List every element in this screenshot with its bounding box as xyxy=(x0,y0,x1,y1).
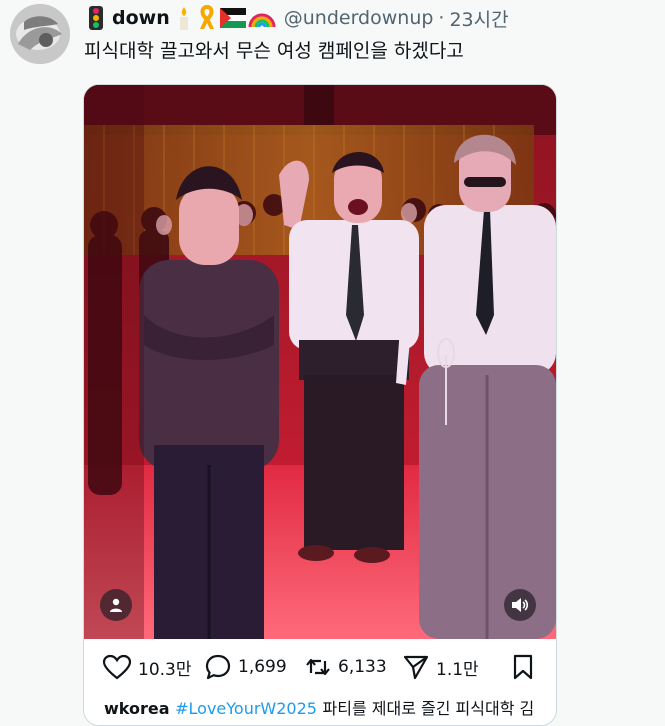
caption-text: 파티를 제대로 즐긴 피식대학 김 xyxy=(322,699,535,718)
display-name[interactable]: down xyxy=(112,7,170,29)
reply-button[interactable]: 1,699 xyxy=(204,647,287,687)
embedded-post-card[interactable]: 10.3만 1,699 6,133 1.1만 wkorea #LoveYourW… xyxy=(83,84,557,726)
post-time[interactable]: 23시간 xyxy=(449,5,508,32)
person-tag-button[interactable] xyxy=(100,589,132,621)
bookmark-icon xyxy=(513,654,533,680)
tweet-header: down @underdownup · 23시간 xyxy=(88,4,509,32)
separator-dot: · xyxy=(438,7,445,29)
person-icon xyxy=(110,598,122,612)
share-button[interactable]: 1.1만 xyxy=(402,647,479,687)
volume-icon xyxy=(512,598,529,612)
like-count: 10.3만 xyxy=(138,659,192,680)
retweet-button[interactable]: 6,133 xyxy=(304,647,387,687)
caption-account[interactable]: wkorea xyxy=(104,699,170,718)
reply-bubble-icon xyxy=(205,654,231,680)
avatar-image xyxy=(10,4,70,64)
avatar[interactable] xyxy=(10,4,70,64)
video-media[interactable] xyxy=(84,85,556,639)
heart-icon xyxy=(102,654,132,680)
traffic-light-icon xyxy=(89,6,103,30)
post-actions: 10.3만 1,699 6,133 1.1만 xyxy=(84,647,556,687)
candle-icon xyxy=(179,7,188,30)
person-right xyxy=(419,134,556,639)
send-icon xyxy=(403,655,429,680)
retweet-icon xyxy=(306,658,330,676)
share-count: 1.1만 xyxy=(436,659,479,680)
caption-hashtag[interactable]: #LoveYourW2025 xyxy=(175,699,317,718)
volume-button[interactable] xyxy=(504,589,536,621)
ribbon-icon xyxy=(199,5,214,29)
retweet-count: 6,133 xyxy=(338,657,387,677)
bookmark-button[interactable] xyxy=(512,647,534,687)
palestine-flag-icon xyxy=(219,8,246,28)
like-button[interactable]: 10.3만 xyxy=(102,647,192,687)
rainbow-icon xyxy=(248,13,276,28)
party-video-frame xyxy=(84,85,556,639)
post-caption: wkorea #LoveYourW2025 파티를 제대로 즐긴 피식대학 김 xyxy=(104,695,534,719)
tweet-text: 피식대학 끌고와서 무슨 여성 캠페인을 하겠다고 xyxy=(84,40,464,62)
user-emoji-prefix xyxy=(88,5,104,31)
user-emoji-suffix xyxy=(174,5,276,31)
reply-count: 1,699 xyxy=(238,657,287,677)
user-handle[interactable]: @underdownup xyxy=(284,7,434,29)
